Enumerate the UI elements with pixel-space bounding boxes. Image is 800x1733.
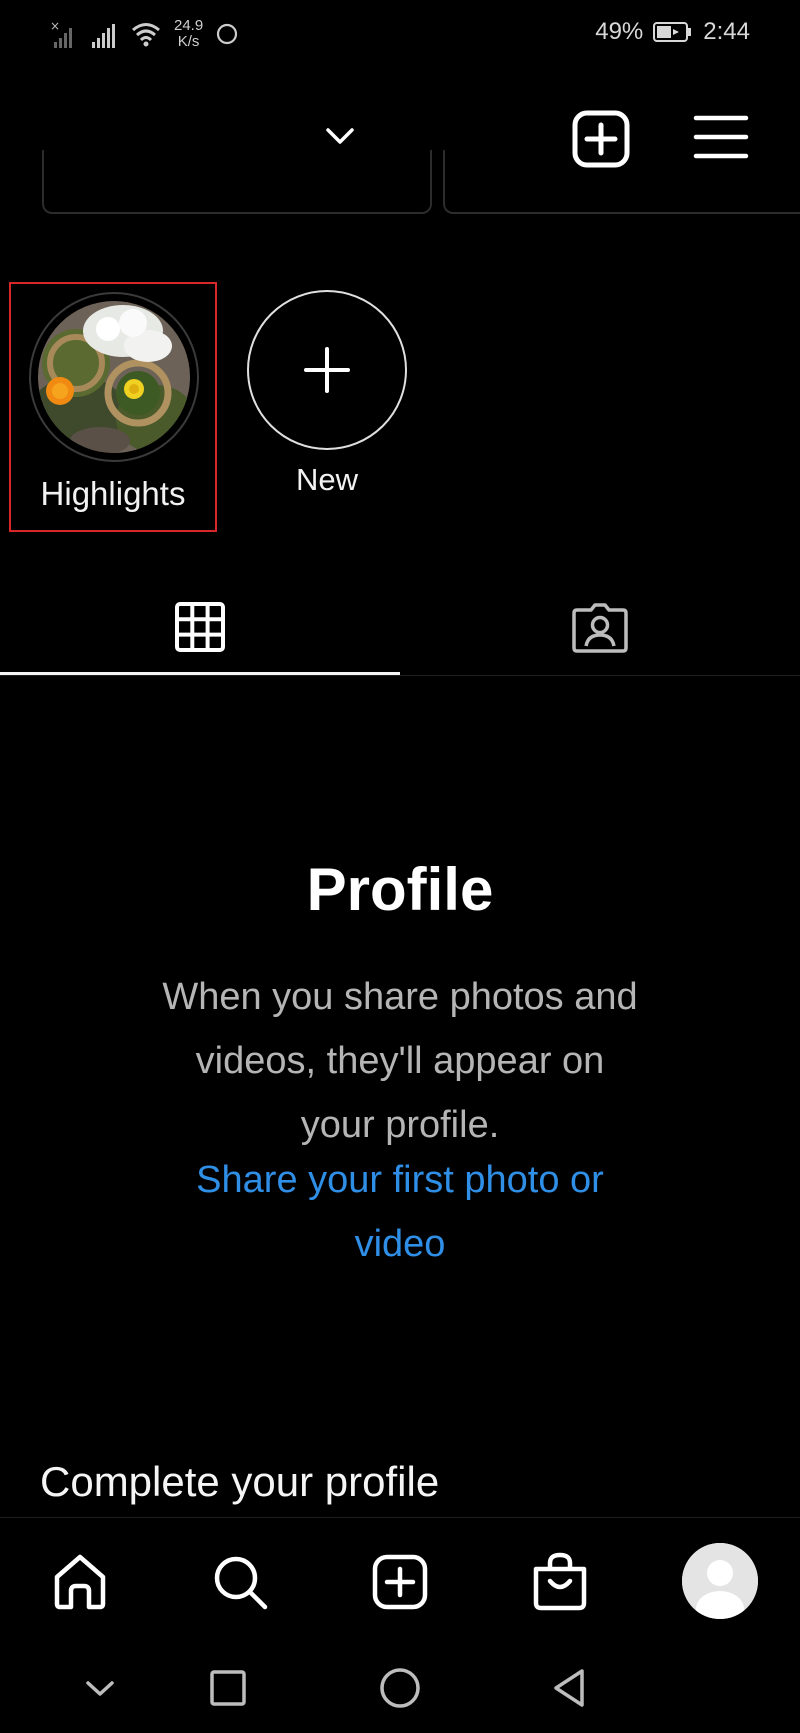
partial-button-left[interactable] xyxy=(42,150,432,214)
network-speed: 24.9 K/s xyxy=(174,18,203,50)
status-left: × 24.9 K/s xyxy=(48,14,239,54)
chevron-down-icon xyxy=(326,128,354,144)
tab-posts-grid[interactable] xyxy=(0,580,400,674)
empty-state-title: Profile xyxy=(306,856,494,923)
highlight-label[interactable]: Highlights xyxy=(9,475,217,513)
network-speed-value: 24.9 xyxy=(174,17,204,34)
wifi-icon xyxy=(132,23,160,47)
recents-icon xyxy=(210,1670,246,1706)
tagged-icon xyxy=(572,603,628,653)
new-highlight-button[interactable] xyxy=(247,290,407,450)
signal-no-sim-icon: × xyxy=(50,19,72,48)
status-bar: × 24.9 K/s 49% 2:44 xyxy=(0,0,800,70)
nav-search-button[interactable] xyxy=(204,1546,276,1618)
svg-text:×: × xyxy=(50,19,60,33)
home-circle-icon xyxy=(380,1668,420,1708)
system-recents-button[interactable] xyxy=(200,1660,256,1716)
back-icon xyxy=(554,1669,584,1707)
battery-icon xyxy=(653,22,692,42)
system-back-button[interactable] xyxy=(542,1660,598,1716)
status-right: 49% 2:44 xyxy=(595,18,750,46)
flower-photo xyxy=(38,301,190,453)
nav-home-button[interactable] xyxy=(44,1546,116,1618)
system-home-button[interactable] xyxy=(372,1660,428,1716)
search-icon xyxy=(214,1556,268,1610)
new-highlight-label[interactable]: New xyxy=(247,462,407,498)
signal-icon xyxy=(92,24,115,48)
nav-down-icon xyxy=(86,1681,114,1696)
nav-profile-avatar[interactable] xyxy=(682,1543,758,1619)
complete-profile-heading: Complete your profile xyxy=(40,1458,440,1505)
battery-percent: 49% xyxy=(595,18,644,45)
tab-divider xyxy=(0,675,800,676)
plus-icon xyxy=(304,347,350,393)
partial-button-right[interactable] xyxy=(443,150,800,214)
nav-shop-button[interactable] xyxy=(524,1546,596,1618)
circle-status-icon xyxy=(217,23,238,45)
nav-create-button[interactable] xyxy=(364,1546,436,1618)
clock: 2:44 xyxy=(703,18,750,45)
shop-icon xyxy=(533,1552,587,1611)
tab-tagged[interactable] xyxy=(400,580,800,674)
highlight-cover-image[interactable] xyxy=(38,301,190,453)
empty-state-description: When you share photos and videos, they'l… xyxy=(162,976,638,1146)
network-speed-unit: K/s xyxy=(177,33,200,50)
create-icon xyxy=(372,1554,428,1610)
share-first-photo-link[interactable]: Share your first photo or video xyxy=(160,1148,640,1276)
account-switcher-button[interactable] xyxy=(318,118,362,154)
profile-avatar xyxy=(682,1543,758,1619)
system-nav-down-button[interactable] xyxy=(72,1660,128,1716)
grid-icon xyxy=(175,602,225,652)
home-icon xyxy=(54,1554,106,1610)
